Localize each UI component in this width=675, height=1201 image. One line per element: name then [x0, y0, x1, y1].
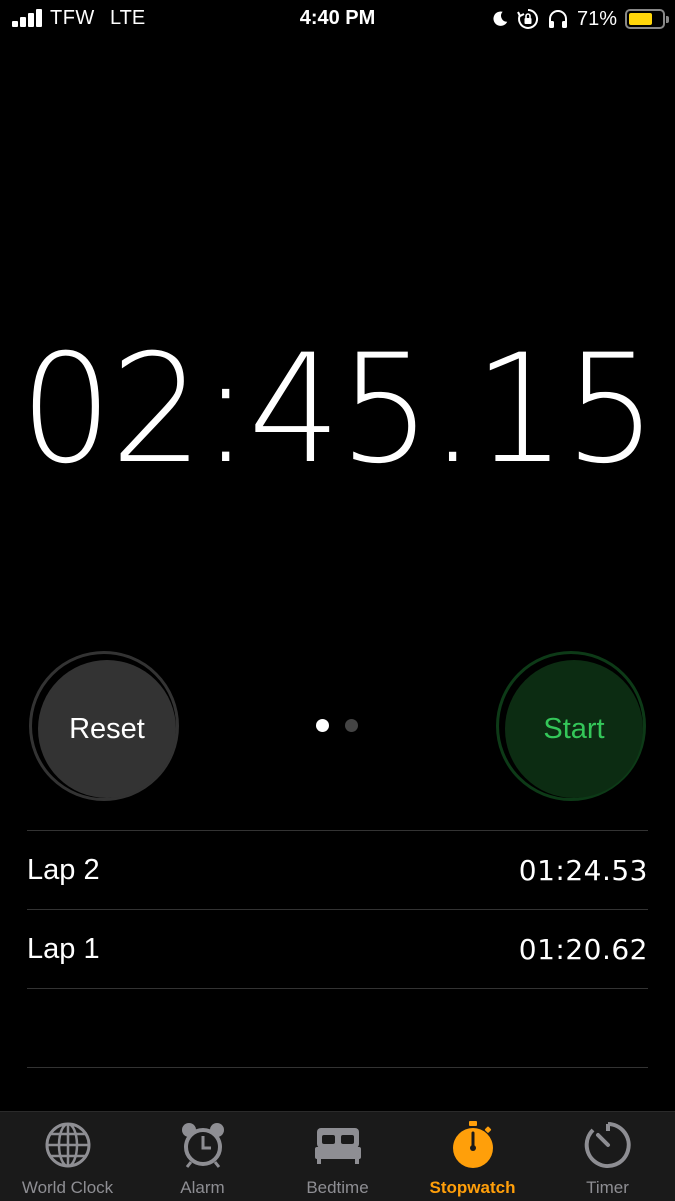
lap-time: 01:20.62 [518, 932, 648, 966]
lap-row: Lap 1 01:20.62 [27, 910, 648, 989]
tab-label: Bedtime [306, 1178, 369, 1197]
moon-icon [493, 11, 508, 26]
tab-label: Timer [586, 1178, 629, 1197]
start-button-label: Start [505, 660, 643, 798]
headphones-icon [548, 10, 567, 28]
bed-icon [315, 1128, 361, 1164]
tab-alarm[interactable]: Alarm [135, 1112, 270, 1201]
elapsed-time-display: 02:45.15 [19, 323, 657, 497]
page-indicator[interactable] [316, 719, 360, 733]
timer-icon [584, 1122, 631, 1168]
tab-label: Alarm [180, 1178, 225, 1197]
tab-stopwatch[interactable]: Stopwatch [405, 1112, 540, 1201]
status-icons: 71% [491, 5, 669, 33]
lap-label: Lap 2 [27, 853, 100, 886]
tab-bedtime[interactable]: Bedtime [270, 1112, 405, 1201]
tab-world-clock[interactable]: World Clock [0, 1112, 135, 1201]
page-dot-active [316, 719, 329, 732]
lap-time: 01:24.53 [518, 853, 648, 887]
tab-label: Stopwatch [429, 1178, 516, 1197]
tab-timer[interactable]: Timer [540, 1112, 675, 1201]
battery-percent: 71% [576, 7, 617, 30]
battery-icon [625, 9, 669, 29]
page-dot [345, 719, 358, 732]
lap-row: Lap 2 01:24.53 [27, 831, 648, 910]
lap-label: Lap 1 [27, 932, 100, 965]
orientation-lock-icon [517, 8, 539, 29]
status-bar: TFW LTE 4:40 PM 71% [0, 0, 675, 40]
tab-bar: World Clock Alarm Bedtime Stopwatch Time… [0, 1111, 675, 1201]
tab-label: World Clock [21, 1178, 114, 1197]
lap-list[interactable]: Lap 2 01:24.53 Lap 1 01:20.62 [27, 830, 648, 1068]
start-button[interactable]: Start [496, 651, 646, 801]
alarm-clock-icon [182, 1123, 224, 1168]
stopwatch-icon [453, 1121, 493, 1168]
globe-icon [45, 1122, 91, 1168]
reset-button-label: Reset [38, 660, 176, 798]
reset-button[interactable]: Reset [29, 651, 179, 801]
lap-row-empty [27, 989, 648, 1068]
